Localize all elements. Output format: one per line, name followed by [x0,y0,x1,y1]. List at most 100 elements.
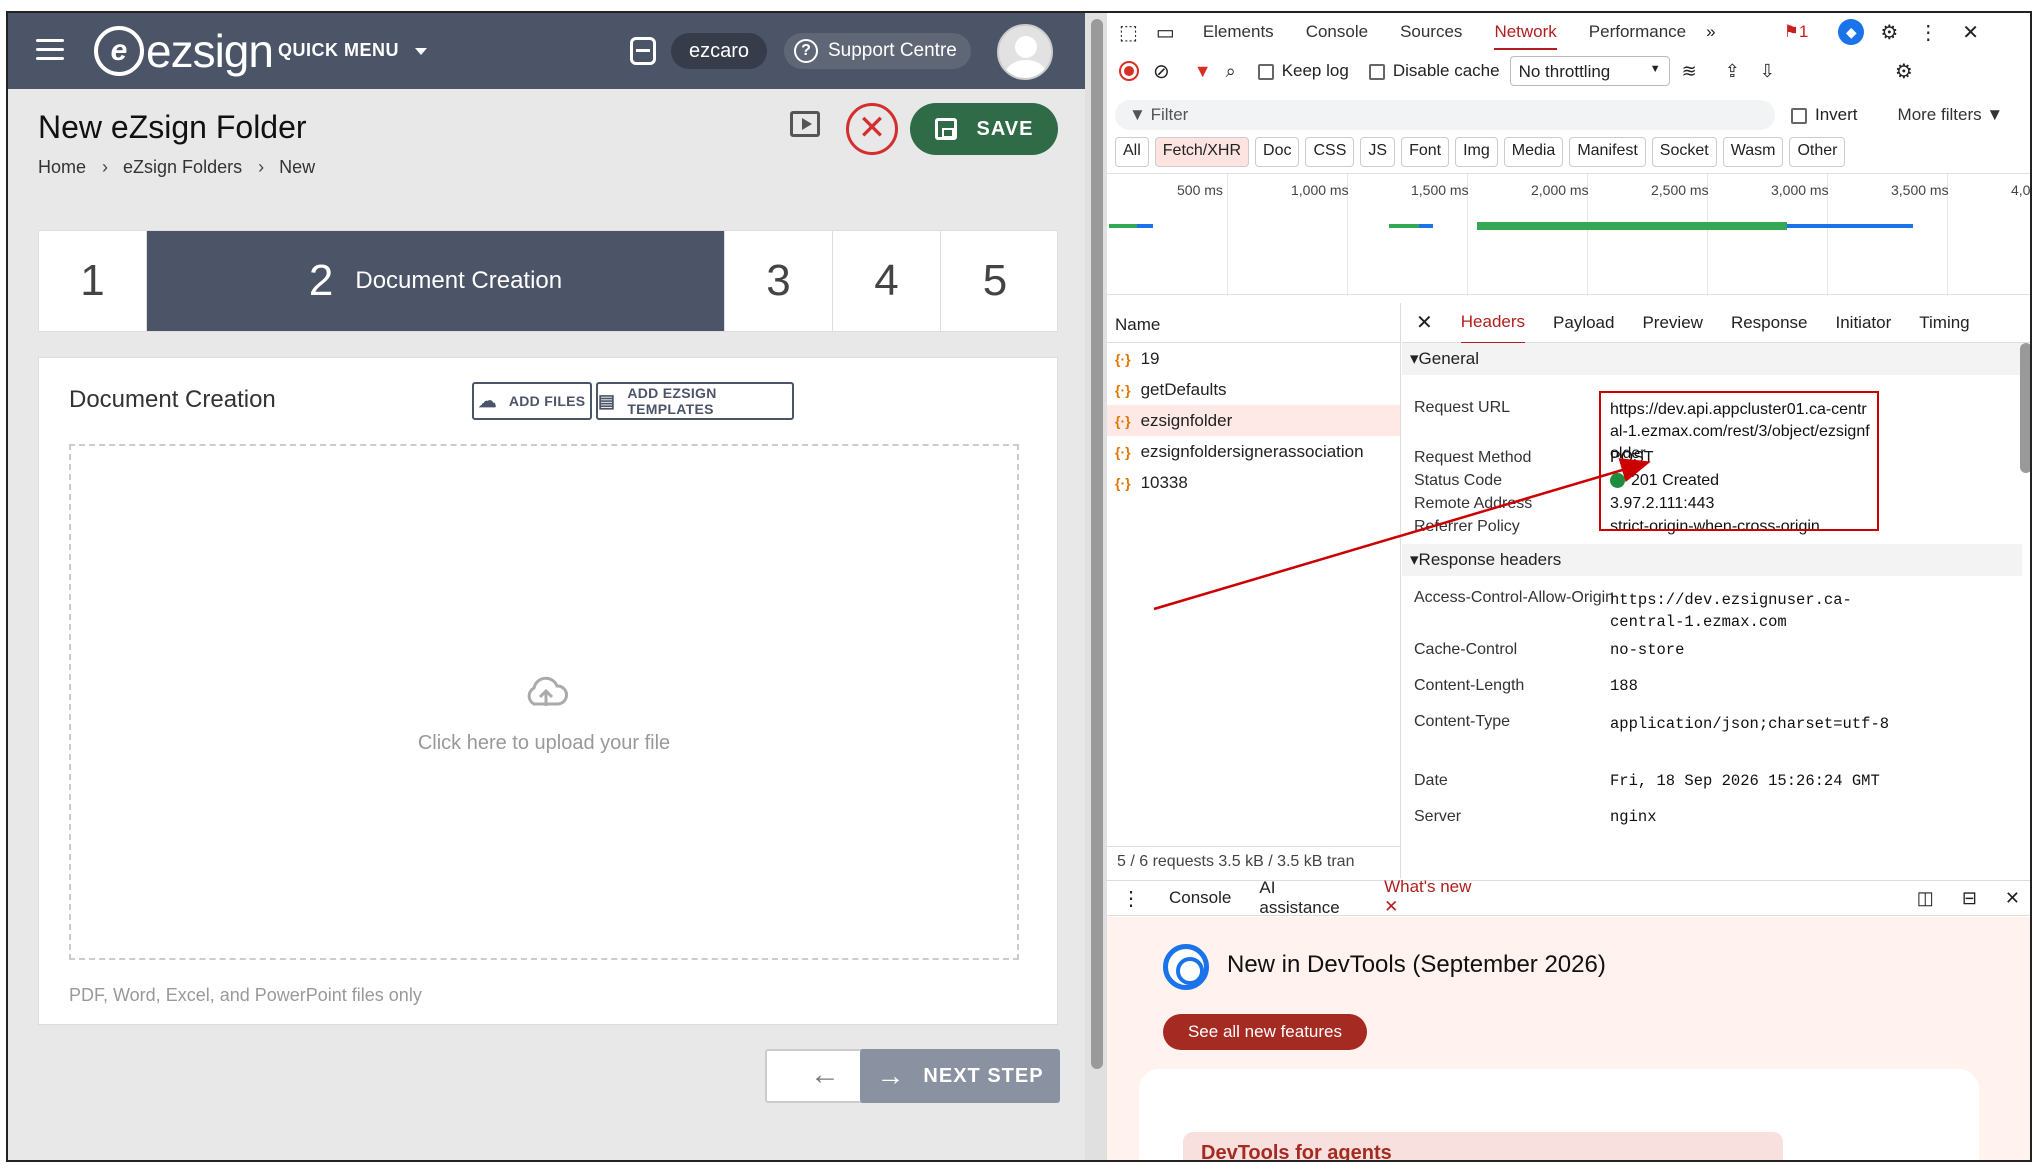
tab-sources[interactable]: Sources [1400,22,1462,42]
type-filter-manifest[interactable]: Manifest [1569,137,1646,167]
dock-side-icon[interactable]: ◫ [1917,888,1934,909]
upload-har-icon[interactable]: ⇪ [1725,61,1740,82]
username-pill[interactable]: ezcaro [671,33,768,69]
page-scrollbar[interactable] [1085,13,1107,1160]
save-label: SAVE [976,117,1034,140]
type-filter-socket[interactable]: Socket [1651,137,1717,167]
see-all-new-features-button[interactable]: See all new features [1163,1014,1367,1050]
download-har-icon[interactable]: ⇩ [1760,61,1775,82]
arrow-right-icon: → [876,1060,906,1091]
screenshot-frame: e ezsign QUICK MENU ezcaro ? Support Centr… [6,11,2032,1162]
request-row[interactable]: {·} 19 [1107,343,1400,374]
video-play-icon[interactable] [790,111,820,137]
disable-cache-checkbox[interactable]: Disable cache [1368,61,1500,81]
clear-icon[interactable]: ⊘ [1153,59,1170,84]
file-dropzone[interactable]: Click here to upload your file [69,444,1019,960]
timeline-tick: 1,500 ms [1411,182,1469,198]
breadcrumb-home[interactable]: Home [38,157,86,177]
kebab-menu-icon[interactable]: ⋮ [1918,20,1938,45]
type-filter-wasm[interactable]: Wasm [1722,137,1784,167]
response-headers-section-header[interactable]: ▾Response headers [1402,544,2022,576]
general-section-header[interactable]: ▾General [1402,343,2022,375]
save-button[interactable]: SAVE [910,103,1058,155]
quick-menu-button[interactable]: QUICK MENU [278,40,427,61]
step-5[interactable]: 5 [941,231,1049,331]
add-files-button[interactable]: ☁ ADD FILES [472,382,592,420]
network-settings-icon[interactable]: ⚙ [1895,59,1913,84]
type-filter-js[interactable]: JS [1360,137,1396,167]
more-tabs-icon[interactable]: » [1706,22,1715,42]
more-filters-dropdown[interactable]: More filters ▼ [1898,105,2004,125]
tab-timing[interactable]: Timing [1919,313,1969,333]
database-icon[interactable] [630,37,656,65]
tab-elements[interactable]: Elements [1203,22,1274,42]
close-drawer-icon[interactable]: ✕ [2005,888,2020,909]
help-icon: ? [794,39,818,63]
request-name: ezsignfoldersignerassociation [1140,441,1364,461]
drawer-tab-ai-assistance[interactable]: AI assistance [1259,878,1342,918]
breadcrumb-ezsign-folders[interactable]: eZsign Folders [123,157,242,177]
step-1[interactable]: 1 [39,231,147,331]
tab-network[interactable]: Network [1494,22,1557,50]
wifi-settings-icon[interactable]: ≋ [1682,61,1697,82]
type-filter-all[interactable]: All [1115,137,1149,167]
drawer-tab-console[interactable]: Console [1169,888,1231,908]
network-toolbar: ⊘ ▼ ⌕ Keep log Disable cache No throttli… [1107,55,2030,87]
tab-response[interactable]: Response [1731,313,1808,333]
add-ezsign-templates-button[interactable]: ▤ ADD EZSIGN TEMPLATES [596,382,794,420]
devtools-for-agents-link[interactable]: DevTools for agents [1183,1132,1783,1160]
step-number: 1 [80,256,105,305]
tab-headers[interactable]: Headers [1460,302,1526,344]
request-row[interactable]: {·} ezsignfoldersignerassociation [1107,436,1400,467]
cancel-button[interactable]: ✕ [846,103,898,155]
support-centre-button[interactable]: ? Support Centre [784,33,971,69]
search-icon[interactable]: ⌕ [1226,61,1236,82]
type-filter-other[interactable]: Other [1789,137,1846,167]
request-row[interactable]: {·} 10338 [1107,467,1400,498]
network-timeline-overview[interactable]: 500 ms 1,000 ms 1,500 ms 2,000 ms 2,500 … [1107,173,2030,296]
invert-checkbox[interactable]: Invert [1791,105,1858,125]
step-wizard: 1 2 Document Creation 3 4 5 [38,230,1058,332]
type-filter-doc[interactable]: Doc [1255,137,1300,167]
step-number: 5 [982,256,1008,305]
type-filter-media[interactable]: Media [1503,137,1564,167]
step-3[interactable]: 3 [725,231,833,331]
tab-performance[interactable]: Performance [1589,22,1686,42]
step-4[interactable]: 4 [833,231,941,331]
keep-log-checkbox[interactable]: Keep log [1257,61,1349,81]
type-filter-css[interactable]: CSS [1305,137,1355,167]
drawer-toggle-icon[interactable]: ⊟ [1962,888,1977,909]
record-icon[interactable] [1119,61,1139,81]
close-detail-icon[interactable]: ✕ [1416,310,1433,335]
add-files-label: ADD FILES [508,393,586,409]
close-devtools-icon[interactable]: ✕ [1962,20,1979,45]
detail-scrollbar[interactable] [2020,343,2030,473]
ezsign-logo[interactable]: e ezsign [94,25,274,77]
tab-initiator[interactable]: Initiator [1836,313,1892,333]
type-filter-img[interactable]: Img [1455,137,1498,167]
tab-payload[interactable]: Payload [1553,313,1614,333]
avatar[interactable] [997,24,1053,80]
drawer-menu-icon[interactable]: ⋮ [1121,886,1141,911]
breadcrumb-current: New [279,157,316,177]
request-row[interactable]: {·} getDefaults [1107,374,1400,405]
tab-console[interactable]: Console [1306,22,1368,42]
ai-assistant-icon[interactable]: ◆ [1838,19,1865,45]
filter-funnel-icon[interactable]: ▼ [1194,61,1212,82]
filter-placeholder: Filter [1150,105,1189,124]
step-2-active[interactable]: 2 Document Creation [147,231,725,331]
type-filter-fetch-xhr[interactable]: Fetch/XHR [1154,137,1250,167]
filter-input[interactable]: ▼ Filter [1115,100,1775,130]
hamburger-menu-icon[interactable] [36,39,64,61]
issues-flag-icon[interactable]: ⚑1 [1784,22,1809,42]
type-filter-font[interactable]: Font [1401,137,1450,167]
device-toolbar-icon[interactable]: ▭ [1156,20,1175,45]
settings-gear-icon[interactable]: ⚙ [1880,20,1898,45]
next-step-button[interactable]: → NEXT STEP [860,1049,1060,1103]
throttling-select[interactable]: No throttling [1509,56,1670,86]
inspect-element-icon[interactable]: ⬚ [1119,20,1138,45]
close-tab-icon[interactable]: ✕ [1384,897,1398,916]
request-row-selected[interactable]: {·} ezsignfolder [1107,405,1400,436]
tab-preview[interactable]: Preview [1642,313,1702,333]
name-column-header[interactable]: Name [1107,303,1400,343]
